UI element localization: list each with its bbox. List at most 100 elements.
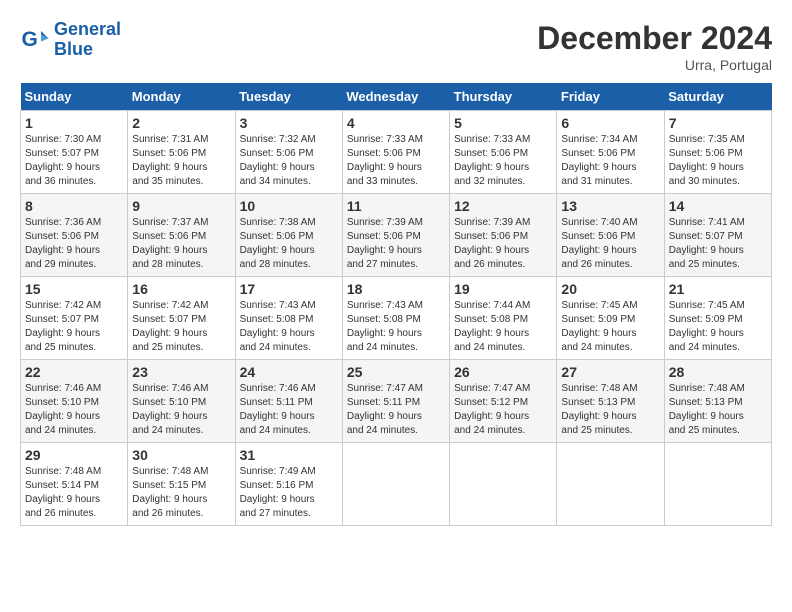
- calendar-cell: 29 Sunrise: 7:48 AMSunset: 5:14 PMDayligh…: [21, 443, 128, 526]
- calendar-cell: 6 Sunrise: 7:34 AMSunset: 5:06 PMDaylight…: [557, 111, 664, 194]
- day-info: Sunrise: 7:47 AMSunset: 5:12 PMDaylight:…: [454, 383, 530, 436]
- day-number: 20: [561, 281, 659, 297]
- day-number: 13: [561, 198, 659, 214]
- day-number: 22: [25, 364, 123, 380]
- calendar-week-4: 22 Sunrise: 7:46 AMSunset: 5:10 PMDayligh…: [21, 360, 772, 443]
- calendar-week-5: 29 Sunrise: 7:48 AMSunset: 5:14 PMDayligh…: [21, 443, 772, 526]
- header-wednesday: Wednesday: [342, 83, 449, 111]
- day-info: Sunrise: 7:38 AMSunset: 5:06 PMDaylight:…: [240, 217, 316, 270]
- calendar-cell: 18Sunrise: 7:43 AMSunset: 5:08 PMDayligh…: [342, 277, 449, 360]
- calendar-header: Sunday Monday Tuesday Wednesday Thursday…: [21, 83, 772, 111]
- day-info: Sunrise: 7:48 AMSunset: 5:14 PMDaylight:…: [25, 466, 101, 519]
- day-info: Sunrise: 7:45 AMSunset: 5:09 PMDaylight:…: [669, 300, 745, 353]
- calendar-cell: 4Sunrise: 7:33 AMSunset: 5:06 PMDaylight…: [342, 111, 449, 194]
- day-number: 12: [454, 198, 552, 214]
- day-number: 6: [561, 115, 659, 131]
- calendar-cell: 21 Sunrise: 7:45 AMSunset: 5:09 PMDayligh…: [664, 277, 771, 360]
- day-number: 1: [25, 115, 123, 131]
- day-number: 11: [347, 198, 445, 214]
- calendar-cell: [450, 443, 557, 526]
- header-monday: Monday: [128, 83, 235, 111]
- day-info: Sunrise: 7:44 AMSunset: 5:08 PMDaylight:…: [454, 300, 530, 353]
- calendar-cell: 7 Sunrise: 7:35 AMSunset: 5:06 PMDaylight…: [664, 111, 771, 194]
- days-of-week-row: Sunday Monday Tuesday Wednesday Thursday…: [21, 83, 772, 111]
- day-number: 5: [454, 115, 552, 131]
- day-number: 28: [669, 364, 767, 380]
- logo-line1: General: [54, 19, 121, 39]
- day-info: Sunrise: 7:37 AMSunset: 5:06 PMDaylight:…: [132, 217, 208, 270]
- day-info: Sunrise: 7:32 AMSunset: 5:06 PMDaylight:…: [240, 134, 316, 187]
- calendar-cell: 1Sunrise: 7:30 AMSunset: 5:07 PMDaylight…: [21, 111, 128, 194]
- day-info: Sunrise: 7:43 AMSunset: 5:08 PMDaylight:…: [347, 300, 423, 353]
- day-info: Sunrise: 7:31 AMSunset: 5:06 PMDaylight:…: [132, 134, 208, 187]
- logo: G General Blue: [20, 20, 121, 60]
- calendar-cell: 20Sunrise: 7:45 AMSunset: 5:09 PMDayligh…: [557, 277, 664, 360]
- day-number: 31: [240, 447, 338, 463]
- day-number: 29: [25, 447, 123, 463]
- svg-text:G: G: [22, 28, 38, 51]
- day-number: 3: [240, 115, 338, 131]
- day-info: Sunrise: 7:41 AMSunset: 5:07 PMDaylight:…: [669, 217, 745, 270]
- day-number: 10: [240, 198, 338, 214]
- day-number: 7: [669, 115, 767, 131]
- day-number: 9: [132, 198, 230, 214]
- calendar-cell: 23Sunrise: 7:46 AMSunset: 5:10 PMDayligh…: [128, 360, 235, 443]
- day-info: Sunrise: 7:46 AMSunset: 5:10 PMDaylight:…: [25, 383, 101, 436]
- title-block: December 2024 Urra, Portugal: [537, 20, 772, 73]
- day-number: 15: [25, 281, 123, 297]
- logo-line2: Blue: [54, 39, 93, 59]
- calendar-cell: 10 Sunrise: 7:38 AMSunset: 5:06 PMDayligh…: [235, 194, 342, 277]
- header-friday: Friday: [557, 83, 664, 111]
- calendar-cell: 8 Sunrise: 7:36 AMSunset: 5:06 PMDaylight…: [21, 194, 128, 277]
- calendar-cell: 17Sunrise: 7:43 AMSunset: 5:08 PMDayligh…: [235, 277, 342, 360]
- calendar-cell: 24Sunrise: 7:46 AMSunset: 5:11 PMDayligh…: [235, 360, 342, 443]
- page-header: G General Blue December 2024 Urra, Portu…: [20, 20, 772, 73]
- calendar-cell: [557, 443, 664, 526]
- day-number: 8: [25, 198, 123, 214]
- day-info: Sunrise: 7:48 AMSunset: 5:15 PMDaylight:…: [132, 466, 208, 519]
- calendar-cell: 13Sunrise: 7:40 AMSunset: 5:06 PMDayligh…: [557, 194, 664, 277]
- calendar-week-1: 1Sunrise: 7:30 AMSunset: 5:07 PMDaylight…: [21, 111, 772, 194]
- day-number: 21: [669, 281, 767, 297]
- day-info: Sunrise: 7:35 AMSunset: 5:06 PMDaylight:…: [669, 134, 745, 187]
- header-tuesday: Tuesday: [235, 83, 342, 111]
- logo-icon: G: [20, 25, 50, 55]
- day-info: Sunrise: 7:33 AMSunset: 5:06 PMDaylight:…: [347, 134, 423, 187]
- day-info: Sunrise: 7:39 AMSunset: 5:06 PMDaylight:…: [347, 217, 423, 270]
- day-info: Sunrise: 7:36 AMSunset: 5:06 PMDaylight:…: [25, 217, 101, 270]
- calendar-cell: 25Sunrise: 7:47 AMSunset: 5:11 PMDayligh…: [342, 360, 449, 443]
- location-label: Urra, Portugal: [537, 57, 772, 73]
- calendar-cell: 11 Sunrise: 7:39 AMSunset: 5:06 PMDayligh…: [342, 194, 449, 277]
- day-info: Sunrise: 7:39 AMSunset: 5:06 PMDaylight:…: [454, 217, 530, 270]
- day-info: Sunrise: 7:42 AMSunset: 5:07 PMDaylight:…: [25, 300, 101, 353]
- calendar-table: Sunday Monday Tuesday Wednesday Thursday…: [20, 83, 772, 526]
- calendar-cell: 28 Sunrise: 7:48 AMSunset: 5:13 PMDayligh…: [664, 360, 771, 443]
- calendar-cell: 27 Sunrise: 7:48 AMSunset: 5:13 PMDayligh…: [557, 360, 664, 443]
- day-info: Sunrise: 7:46 AMSunset: 5:10 PMDaylight:…: [132, 383, 208, 436]
- calendar-week-2: 8 Sunrise: 7:36 AMSunset: 5:06 PMDaylight…: [21, 194, 772, 277]
- calendar-cell: 2 Sunrise: 7:31 AMSunset: 5:06 PMDaylight…: [128, 111, 235, 194]
- header-sunday: Sunday: [21, 83, 128, 111]
- day-info: Sunrise: 7:47 AMSunset: 5:11 PMDaylight:…: [347, 383, 423, 436]
- calendar-cell: 9 Sunrise: 7:37 AMSunset: 5:06 PMDaylight…: [128, 194, 235, 277]
- day-number: 30: [132, 447, 230, 463]
- calendar-body: 1Sunrise: 7:30 AMSunset: 5:07 PMDaylight…: [21, 111, 772, 526]
- day-info: Sunrise: 7:48 AMSunset: 5:13 PMDaylight:…: [669, 383, 745, 436]
- day-info: Sunrise: 7:48 AMSunset: 5:13 PMDaylight:…: [561, 383, 637, 436]
- day-number: 16: [132, 281, 230, 297]
- calendar-cell: 5Sunrise: 7:33 AMSunset: 5:06 PMDaylight…: [450, 111, 557, 194]
- calendar-cell: 3 Sunrise: 7:32 AMSunset: 5:06 PMDaylight…: [235, 111, 342, 194]
- calendar-cell: 26Sunrise: 7:47 AMSunset: 5:12 PMDayligh…: [450, 360, 557, 443]
- calendar-week-3: 15 Sunrise: 7:42 AMSunset: 5:07 PMDayligh…: [21, 277, 772, 360]
- day-info: Sunrise: 7:42 AMSunset: 5:07 PMDaylight:…: [132, 300, 208, 353]
- calendar-cell: 12 Sunrise: 7:39 AMSunset: 5:06 PMDayligh…: [450, 194, 557, 277]
- calendar-cell: [664, 443, 771, 526]
- logo-text: General Blue: [54, 20, 121, 60]
- day-number: 27: [561, 364, 659, 380]
- calendar-cell: [342, 443, 449, 526]
- day-number: 17: [240, 281, 338, 297]
- day-number: 2: [132, 115, 230, 131]
- day-info: Sunrise: 7:49 AMSunset: 5:16 PMDaylight:…: [240, 466, 316, 519]
- day-number: 14: [669, 198, 767, 214]
- day-info: Sunrise: 7:34 AMSunset: 5:06 PMDaylight:…: [561, 134, 637, 187]
